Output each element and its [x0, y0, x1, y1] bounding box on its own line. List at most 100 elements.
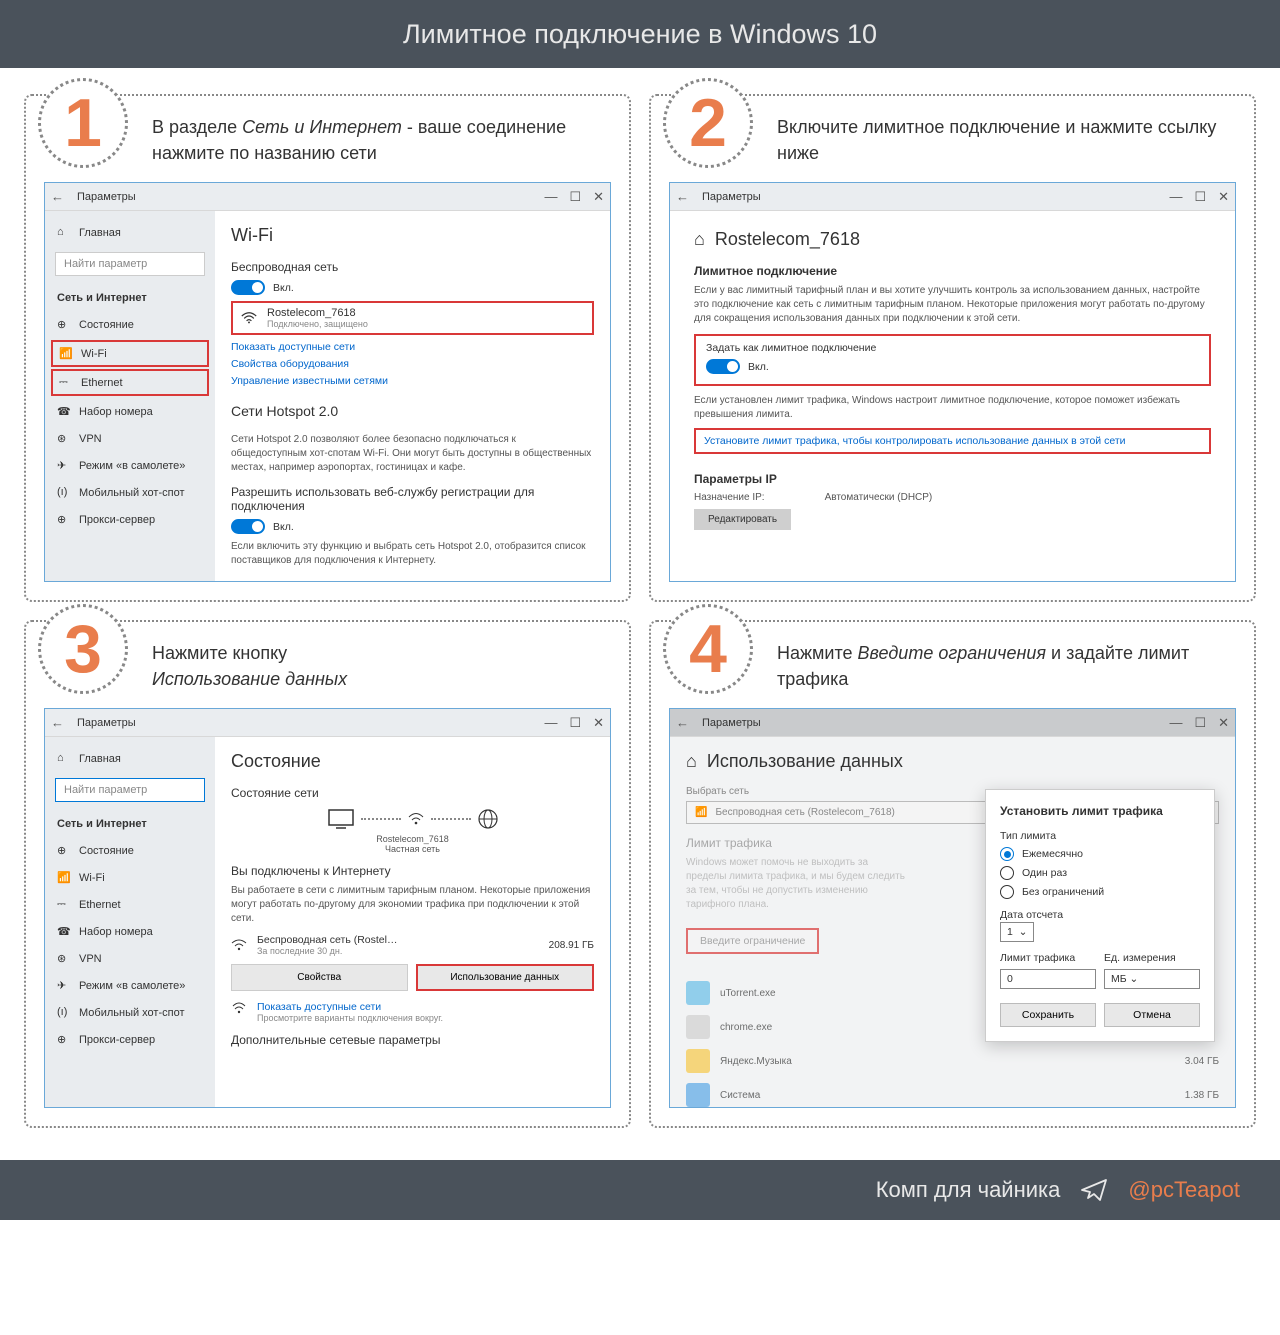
edit-button[interactable]: Редактировать — [694, 509, 791, 530]
minimize-icon[interactable]: — — [544, 715, 557, 731]
nav-vpn[interactable]: ⊛VPN — [45, 945, 215, 972]
window-title: Параметры — [77, 717, 136, 729]
nav-proxy[interactable]: ⊕Прокси-сервер — [45, 1026, 215, 1053]
step-1: 1 В разделе Сеть и Интернет - ваше соеди… — [24, 94, 631, 602]
sidebar-home[interactable]: ⌂Главная — [45, 219, 215, 246]
toggle-switch-icon — [706, 359, 740, 374]
search-input[interactable]: Найти параметр — [55, 778, 205, 802]
wifi-icon: 📶 — [695, 807, 707, 818]
footer-handle[interactable]: @pcTeapot — [1128, 1177, 1240, 1203]
app-icon — [686, 1015, 710, 1039]
steps-grid: 1 В разделе Сеть и Интернет - ваше соеди… — [0, 68, 1280, 1160]
wifi-toggle[interactable]: Вкл. — [231, 280, 594, 295]
maximize-icon[interactable]: ☐ — [1194, 715, 1206, 731]
properties-button[interactable]: Свойства — [231, 964, 408, 991]
ethernet-icon: ⎓ — [59, 376, 72, 389]
ethernet-icon: ⎓ — [57, 898, 70, 911]
step-4: 4 Нажмите Введите ограничения и задайте … — [649, 620, 1256, 1128]
radio-monthly[interactable]: Ежемесячно — [1000, 847, 1200, 861]
minimize-icon[interactable]: — — [544, 189, 557, 205]
screenshot-2: ← Параметры —☐✕ ⌂ Rostelecom_7618 Лимитн… — [669, 182, 1236, 582]
back-icon[interactable]: ← — [51, 715, 67, 730]
nav-airplane[interactable]: ✈Режим «в самолете» — [45, 452, 215, 479]
telegram-icon — [1078, 1174, 1110, 1206]
radio-unlimited[interactable]: Без ограничений — [1000, 885, 1200, 899]
settings-sidebar: ⌂Главная Найти параметр Сеть и Интернет … — [45, 211, 215, 581]
wifi-signal-icon — [241, 312, 257, 324]
nav-dialup[interactable]: ☎Набор номера — [45, 398, 215, 425]
maximize-icon[interactable]: ☐ — [569, 189, 581, 205]
step-number-circle: 2 — [663, 78, 753, 168]
set-limit-modal: Установить лимит трафика Тип лимита Ежем… — [985, 789, 1215, 1042]
close-icon[interactable]: ✕ — [1218, 189, 1229, 205]
hotspot-toggle[interactable]: Вкл. — [231, 519, 594, 534]
proxy-icon: ⊕ — [57, 513, 70, 526]
close-icon[interactable]: ✕ — [593, 189, 604, 205]
back-icon[interactable]: ← — [676, 715, 692, 730]
cancel-button[interactable]: Отмена — [1104, 1003, 1200, 1027]
wifi-icon: 📶 — [59, 347, 72, 360]
phone-icon: ☎ — [57, 405, 70, 418]
step-3: 3 Нажмите кнопку Использование данных ← … — [24, 620, 631, 1128]
hotspot-icon: (ı) — [57, 1006, 70, 1019]
sidebar-home[interactable]: ⌂Главная — [45, 745, 215, 772]
nav-wifi[interactable]: 📶Wi-Fi — [45, 864, 215, 891]
hw-props-link[interactable]: Свойства оборудования — [231, 358, 594, 370]
header-title: Лимитное подключение в Windows 10 — [403, 19, 877, 50]
maximize-icon[interactable]: ☐ — [1194, 189, 1206, 205]
hotspot-icon: (ı) — [57, 486, 70, 499]
window-title: Параметры — [702, 717, 761, 729]
step-number-circle: 4 — [663, 604, 753, 694]
radio-icon — [1000, 847, 1014, 861]
unit-select[interactable]: МБ ⌄ — [1104, 969, 1200, 989]
enter-limit-button-highlighted[interactable]: Введите ограничение — [686, 928, 819, 954]
manage-networks-link[interactable]: Управление известными сетями — [231, 375, 594, 387]
back-icon[interactable]: ← — [676, 189, 692, 204]
panel-title: Состояние — [231, 751, 594, 772]
footer-text: Комп для чайника — [876, 1177, 1061, 1203]
vpn-icon: ⊛ — [57, 952, 70, 965]
nav-wifi-highlighted[interactable]: 📶Wi-Fi — [51, 340, 209, 367]
back-icon[interactable]: ← — [51, 189, 67, 204]
show-available-link[interactable]: Показать доступные сети — [231, 341, 594, 353]
modal-title: Установить лимит трафика — [1000, 804, 1200, 818]
data-usage-button-highlighted[interactable]: Использование данных — [416, 964, 595, 991]
step-instruction: Нажмите Введите ограничения и задайте ли… — [777, 636, 1236, 692]
nav-status[interactable]: ⊕Состояние — [45, 311, 215, 338]
settings-sidebar: ⌂Главная Найти параметр Сеть и Интернет … — [45, 737, 215, 1107]
status-icon: ⊕ — [57, 318, 70, 331]
maximize-icon[interactable]: ☐ — [569, 715, 581, 731]
nav-hotspot[interactable]: (ı)Мобильный хот-спот — [45, 479, 215, 506]
vpn-icon: ⊛ — [57, 432, 70, 445]
minimize-icon[interactable]: — — [1169, 189, 1182, 205]
network-entry-highlighted[interactable]: Rostelecom_7618Подключено, защищено — [231, 301, 594, 335]
close-icon[interactable]: ✕ — [593, 715, 604, 731]
show-available-link[interactable]: Показать доступные сети — [257, 1001, 443, 1013]
section-header: Сеть и Интернет — [45, 808, 215, 837]
toggle-switch-icon — [231, 519, 265, 534]
set-limit-link[interactable]: Установите лимит трафика, чтобы контроли… — [704, 435, 1126, 447]
nav-dialup[interactable]: ☎Набор номера — [45, 918, 215, 945]
save-button[interactable]: Сохранить — [1000, 1003, 1096, 1027]
metered-toggle-highlighted: Задать как лимитное подключение Вкл. — [694, 334, 1211, 386]
app-icon — [686, 981, 710, 1005]
radio-once[interactable]: Один раз — [1000, 866, 1200, 880]
status-icon: ⊕ — [57, 844, 70, 857]
app-icon — [686, 1049, 710, 1073]
nav-ethernet-highlighted[interactable]: ⎓Ethernet — [51, 369, 209, 396]
nav-vpn[interactable]: ⊛VPN — [45, 425, 215, 452]
date-select[interactable]: 1 ⌄ — [1000, 922, 1034, 942]
limit-input[interactable]: 0 — [1000, 969, 1096, 989]
search-input[interactable]: Найти параметр — [55, 252, 205, 276]
radio-icon — [1000, 866, 1014, 880]
nav-proxy[interactable]: ⊕Прокси-сервер — [45, 506, 215, 533]
phone-icon: ☎ — [57, 925, 70, 938]
nav-airplane[interactable]: ✈Режим «в самолете» — [45, 972, 215, 999]
nav-status[interactable]: ⊕Состояние — [45, 837, 215, 864]
nav-ethernet[interactable]: ⎓Ethernet — [45, 891, 215, 918]
globe-icon — [477, 808, 499, 830]
nav-hotspot[interactable]: (ı)Мобильный хот-спот — [45, 999, 215, 1026]
close-icon[interactable]: ✕ — [1218, 715, 1229, 731]
metered-toggle[interactable]: Вкл. — [706, 359, 1199, 374]
minimize-icon[interactable]: — — [1169, 715, 1182, 731]
